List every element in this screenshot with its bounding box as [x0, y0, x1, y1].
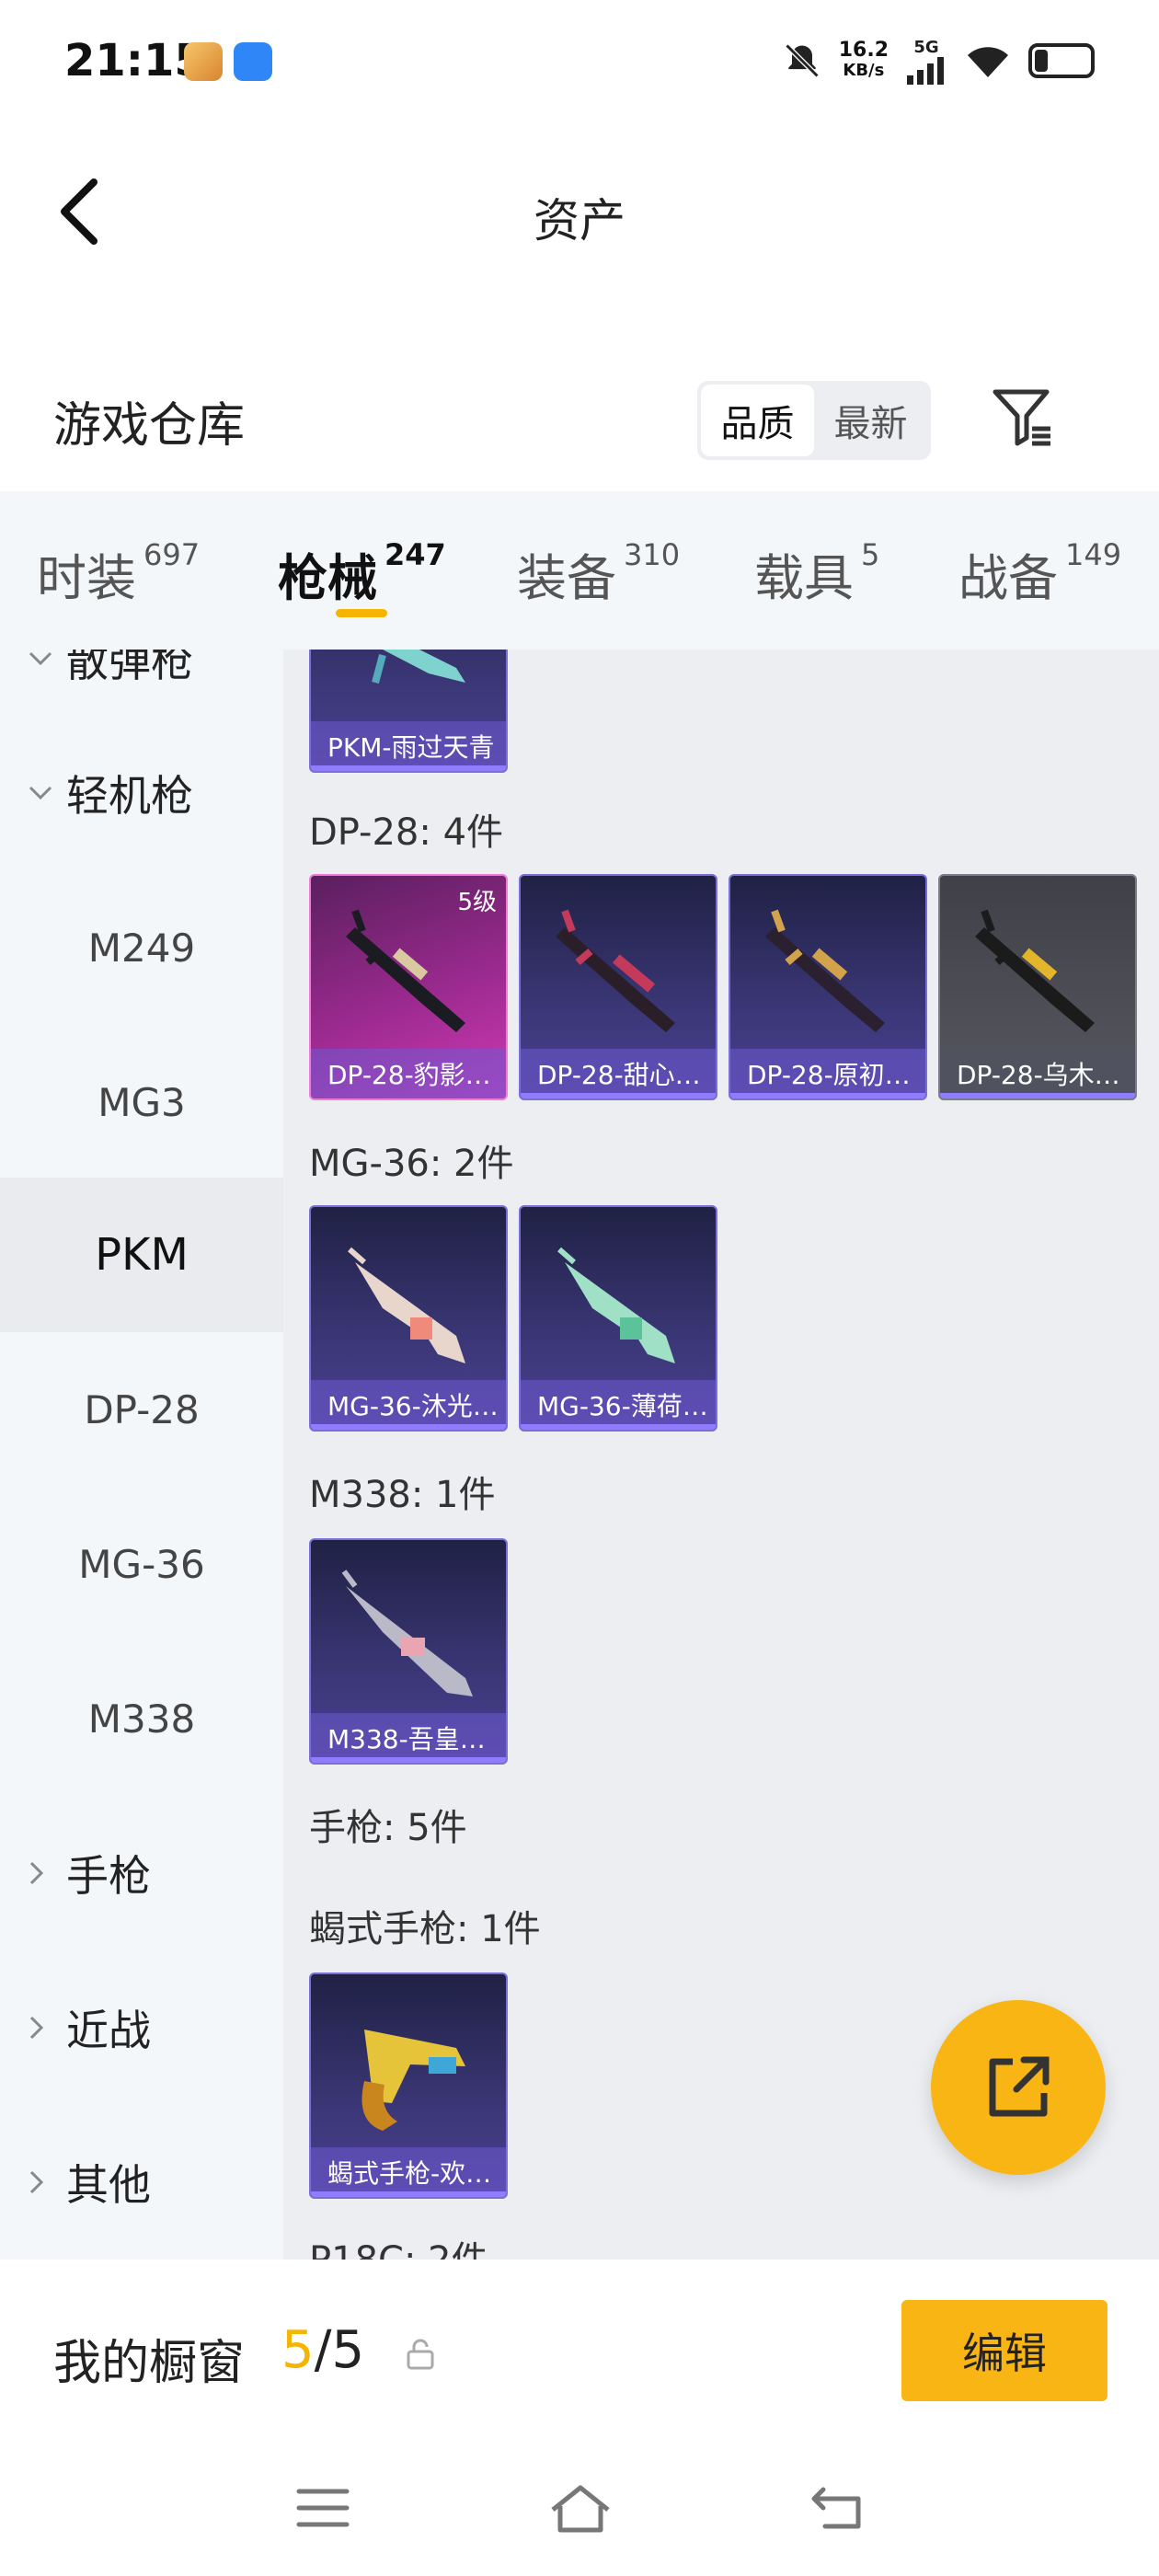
group-title-mg36: MG-36: 2件	[309, 1143, 514, 1185]
sidebar-group-shotgun[interactable]: 散弹枪	[28, 650, 193, 705]
category-tabs: 时装 697 枪械 247 装备 310 载具 5 战备 149	[0, 491, 1159, 650]
mg36-skin-icon	[348, 1247, 465, 1363]
chevron-down-icon	[28, 784, 61, 802]
showcase-bar: 我的橱窗 5/5 编辑	[0, 2260, 1159, 2444]
dp28-skin-icon	[556, 909, 675, 1032]
status-bar: 21:15 16.2 KB/s 5G	[0, 0, 1159, 129]
sidebar-group-pistol[interactable]: 手枪	[28, 1827, 151, 1919]
sort-quality-button[interactable]: 品质	[701, 385, 814, 456]
group-title-pistol: 手枪: 5件	[309, 1807, 467, 1849]
sidebar-item-dp28[interactable]: DP-28	[0, 1332, 283, 1487]
back-nav-icon	[811, 2487, 861, 2529]
chevron-right-icon	[28, 2169, 61, 2195]
sidebar-group-other[interactable]: 其他	[28, 2136, 151, 2228]
dp28-skin-icon	[346, 909, 465, 1032]
item-card[interactable]: DP-28-甜心…	[519, 874, 717, 1100]
du-app-icon	[234, 42, 272, 81]
sidebar-item-pkm[interactable]: PKM	[0, 1178, 283, 1332]
back-nav-button[interactable]	[797, 2471, 879, 2545]
pkm-skin-icon	[372, 650, 465, 684]
net-speed-value: 16.2	[838, 39, 889, 62]
chevron-right-icon	[28, 2015, 61, 2041]
sidebar-item-mg3[interactable]: MG3	[0, 1025, 283, 1179]
sort-latest-button[interactable]: 最新	[814, 385, 927, 456]
sidebar-item-m249[interactable]: M249	[0, 870, 283, 1025]
warehouse-title: 游戏仓库	[53, 398, 246, 454]
filter-button[interactable]	[986, 381, 1060, 454]
sidebar-item-mg36[interactable]: MG-36	[0, 1487, 283, 1641]
sidebar-group-melee[interactable]: 近战	[28, 1982, 151, 2074]
chevron-down-icon	[28, 650, 61, 668]
tab-supplies[interactable]: 战备 149	[958, 537, 1121, 610]
showcase-label: 我的橱窗	[53, 2336, 246, 2391]
m338-skin-icon	[341, 1570, 473, 1696]
sidebar-group-lmg[interactable]: 轻机枪	[28, 747, 193, 839]
group-title-p18c: P18C: 2件	[309, 2230, 488, 2260]
page-title: 资产	[534, 194, 625, 247]
tab-firearms[interactable]: 枪械 247	[278, 537, 446, 610]
system-nav-bar	[0, 2444, 1159, 2576]
sidebar-item-m338[interactable]: M338	[0, 1641, 283, 1796]
tab-equipment[interactable]: 装备 310	[517, 537, 680, 610]
weapon-sidebar: 散弹枪 轻机枪 M249 MG3 PKM DP-28 MG-36 M338 手枪…	[0, 650, 283, 2260]
network-type: 5G	[913, 37, 939, 57]
tab-vehicles[interactable]: 载具 5	[754, 537, 879, 610]
menu-nav-button[interactable]	[281, 2471, 364, 2545]
game-app-icon	[184, 42, 223, 81]
mg36-skin-icon	[557, 1247, 675, 1363]
dp28-skin-icon	[975, 909, 1095, 1032]
chevron-right-icon	[28, 1860, 61, 1886]
item-card[interactable]: DP-28-乌木…	[938, 874, 1137, 1100]
net-speed-unit: KB/s	[843, 61, 885, 80]
group-title-scorpion: 蝎式手枪: 1件	[309, 1908, 541, 1950]
item-card[interactable]: M338-吾皇…	[309, 1538, 508, 1765]
filter-icon	[993, 389, 1050, 446]
mute-icon	[785, 43, 820, 78]
tab-fashion[interactable]: 时装 697	[37, 537, 200, 610]
item-card[interactable]: MG-36-沐光…	[309, 1205, 508, 1432]
wifi-icon	[968, 47, 1008, 77]
header: 资产	[0, 147, 1159, 276]
lock-icon	[407, 2339, 434, 2370]
item-card[interactable]: MG-36-薄荷…	[519, 1205, 717, 1432]
item-card[interactable]: 5级 DP-28-豹影…	[309, 874, 508, 1100]
item-card[interactable]: DP-28-原初…	[729, 874, 927, 1100]
showcase-count: 5/5	[281, 2320, 365, 2380]
share-fab-button[interactable]	[931, 2000, 1106, 2175]
group-title-m338: M338: 1件	[309, 1474, 496, 1516]
sort-toggle: 品质 最新	[697, 381, 931, 460]
group-title-dp28: DP-28: 4件	[309, 811, 504, 854]
edit-button[interactable]: 编辑	[901, 2300, 1107, 2401]
signal-icon	[907, 56, 944, 85]
home-icon	[551, 2485, 610, 2533]
home-nav-button[interactable]	[539, 2471, 622, 2545]
scorpion-pistol-skin-icon	[361, 2030, 465, 2131]
external-link-icon	[989, 2056, 1050, 2117]
active-tab-indicator	[336, 609, 387, 617]
warehouse-bar: 游戏仓库 品质 最新	[0, 359, 1159, 478]
item-card[interactable]: PKM-雨过天青	[309, 650, 508, 773]
menu-icon	[296, 2489, 350, 2527]
item-card[interactable]: 蝎式手枪-欢…	[309, 1972, 508, 2199]
dp28-skin-icon	[765, 909, 885, 1032]
battery-icon	[1028, 43, 1095, 78]
